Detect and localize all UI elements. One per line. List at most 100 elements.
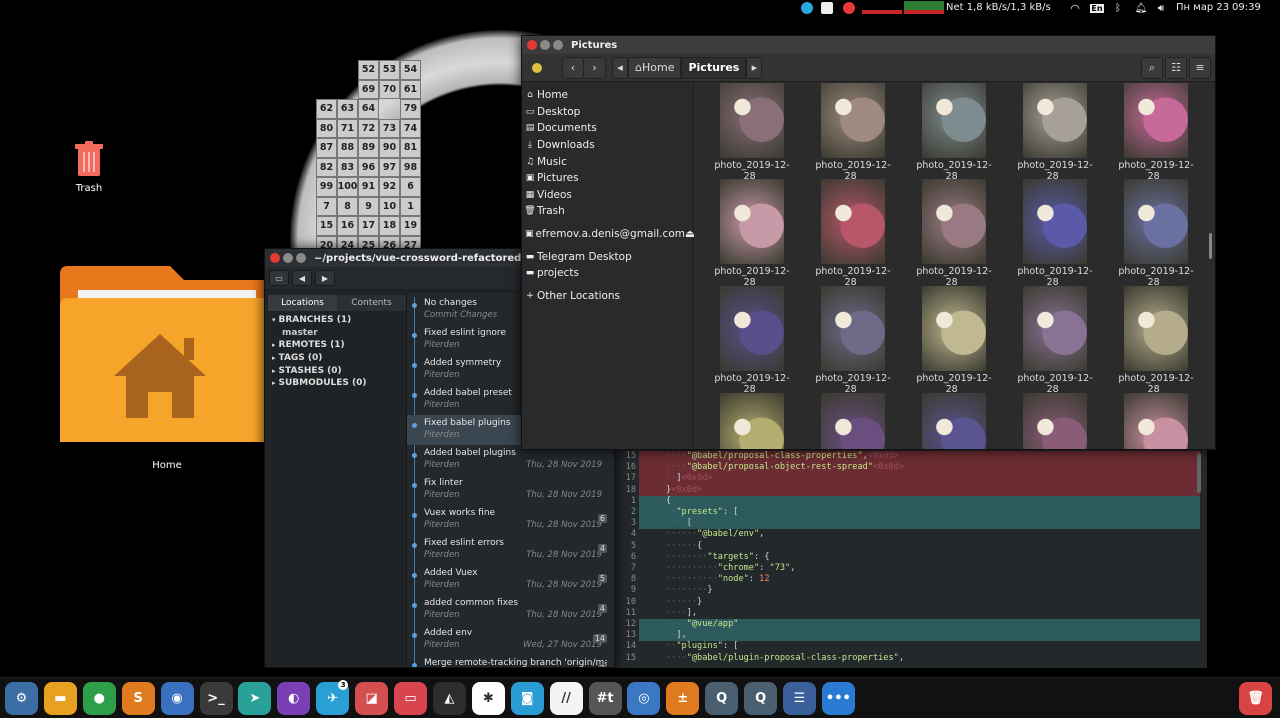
wifi-icon[interactable]: ◠ bbox=[1068, 1, 1082, 15]
stylus-tray-icon[interactable] bbox=[820, 1, 834, 15]
branch-item[interactable]: master bbox=[268, 327, 406, 340]
sidebar-item[interactable]: ▣ efremov.a.denis@gmail.com ⏏ bbox=[522, 226, 695, 243]
toggle-app-icon[interactable]: ◪ bbox=[355, 682, 389, 715]
red-app-icon[interactable]: ▭ bbox=[394, 682, 427, 715]
file-item[interactable]: photo_2019-12-28_06-14-46.jpg bbox=[1110, 179, 1202, 299]
notification-bell-icon[interactable]: 🔔︎ bbox=[1134, 1, 1148, 15]
file-item[interactable]: photo_2019-12-28_06-17-12.jpg bbox=[1009, 83, 1101, 193]
clock[interactable]: 09:39 bbox=[1232, 2, 1261, 13]
close-button[interactable] bbox=[527, 40, 537, 50]
sidebar-item[interactable]: ▦ Videos bbox=[522, 187, 693, 204]
sidebar-item[interactable]: ▬ Telegram Desktop bbox=[522, 248, 693, 265]
quassel-icon[interactable]: Q bbox=[705, 682, 739, 715]
sidebar-item[interactable]: ♫ Music bbox=[522, 153, 693, 170]
breadcrumb-left-arrow[interactable]: ◂ bbox=[612, 56, 628, 79]
breadcrumb-pictures[interactable]: Pictures bbox=[681, 56, 747, 79]
commit-row[interactable]: Fix linter Piterden Thu, 28 Nov 2019 bbox=[407, 475, 607, 505]
terminal-icon[interactable]: >_ bbox=[199, 682, 233, 715]
app-menu-icon[interactable] bbox=[526, 57, 548, 79]
file-item[interactable]: photo_2019-12-28_06-13-51.jpg bbox=[908, 286, 1000, 406]
tree-section[interactable]: ▸ TAGS (0) bbox=[268, 352, 406, 365]
commit-row[interactable]: Fixed eslint errors Piterden Thu, 28 Nov 2… bbox=[407, 535, 607, 565]
tab-contents[interactable]: Contents bbox=[337, 295, 406, 311]
vpn-tray-icon[interactable] bbox=[842, 1, 856, 15]
maximize-button[interactable] bbox=[296, 253, 306, 263]
chat-icon[interactable]: ••• bbox=[821, 682, 855, 715]
desktop-home-folder[interactable] bbox=[60, 266, 274, 442]
podcast-icon[interactable]: ◐ bbox=[277, 682, 311, 715]
file-item[interactable]: photo_2019-12-28_06-12-49.jpg bbox=[1009, 393, 1101, 449]
other-locations-item[interactable]: + Other Locations bbox=[522, 288, 693, 305]
sidebar-item[interactable]: ▤ Documents bbox=[522, 120, 693, 137]
firefox-icon[interactable]: ◉ bbox=[160, 682, 194, 715]
sidebar-item[interactable]: ▬ projects bbox=[522, 265, 693, 282]
commit-row[interactable]: Added env Piterden Wed, 27 Nov 2019 14 bbox=[407, 625, 607, 655]
file-item[interactable]: photo_2019-12-28_06-14-43.jpg bbox=[706, 286, 798, 406]
toggle-sidebar-button[interactable]: ▭ bbox=[269, 270, 289, 286]
back-button[interactable]: ◀ bbox=[292, 270, 312, 286]
file-item[interactable]: photo_2019-12-28_06-17-15.jpg bbox=[908, 83, 1000, 193]
forward-button[interactable]: ▶ bbox=[315, 270, 335, 286]
volume-icon[interactable]: 🔊︎ bbox=[1154, 1, 1168, 15]
back-button[interactable]: ‹ bbox=[562, 56, 584, 79]
file-item[interactable]: photo_2019-12-28_06-17-17.jpg bbox=[807, 83, 899, 193]
commit-row[interactable]: Vuex works fine Piterden Thu, 28 Nov 2019 6 bbox=[407, 505, 607, 535]
minimize-button[interactable] bbox=[283, 253, 293, 263]
calculator-icon[interactable]: ± bbox=[666, 682, 700, 715]
close-button[interactable] bbox=[270, 253, 280, 263]
sidebar-item[interactable]: 🗑︎ Trash bbox=[522, 203, 693, 220]
file-item[interactable]: photo_2019-12-28_06-13-46.jpg bbox=[1110, 286, 1202, 406]
keyboard-layout-icon[interactable]: En bbox=[1090, 1, 1104, 15]
file-item[interactable]: photo_2019-12-28_06-12-51.jpg bbox=[908, 393, 1000, 449]
telegram-icon[interactable]: ✈ 3 bbox=[316, 680, 350, 715]
task-manager-icon[interactable]: ☰ bbox=[783, 682, 816, 715]
commit-row[interactable]: added common fixes Piterden Thu, 28 Nov 20… bbox=[407, 595, 607, 625]
commit-row[interactable]: Merge remote-tracking branch 'origin/ma2 bbox=[407, 655, 607, 667]
slack-icon[interactable]: ✱ bbox=[471, 682, 505, 715]
tree-section[interactable]: ▾ BRANCHES (1) bbox=[268, 314, 406, 327]
tree-section[interactable]: ▸ STASHES (0) bbox=[268, 364, 406, 377]
tree-section[interactable]: ▸ SUBMODULES (0) bbox=[268, 377, 406, 390]
file-item[interactable]: photo_2019-12-28_06-17-20.jpg bbox=[706, 83, 798, 193]
tab-locations[interactable]: Locations bbox=[268, 295, 337, 311]
screenshot-icon[interactable]: ◎ bbox=[627, 682, 661, 715]
sublime-merge-icon[interactable]: ➤ bbox=[238, 682, 272, 715]
file-item[interactable]: photo_2019-12-28_06-14-41.jpg bbox=[807, 286, 899, 406]
file-item[interactable]: photo_2019-12-28_06-12-54.jpg bbox=[807, 393, 899, 449]
file-item[interactable]: photo_2019-12-28_06-16-14.jpg bbox=[908, 179, 1000, 299]
file-item[interactable]: photo_2019-12-28_06-16-19.jpg bbox=[706, 179, 798, 299]
sidebar-item[interactable]: ▣ Pictures bbox=[522, 170, 693, 187]
breadcrumb-right-arrow[interactable]: ▸ bbox=[746, 56, 763, 79]
file-manager-window[interactable]: Pictures ‹ › ◂ ⌂ Home Pictures ▸ ⌕ ☷ ≡ ⌂ H… bbox=[521, 35, 1216, 450]
files-icon[interactable]: ▬ bbox=[43, 682, 77, 715]
minimize-button[interactable] bbox=[540, 40, 550, 50]
file-item[interactable]: photo_2019-12-28_06-16-22.jpg bbox=[1110, 83, 1202, 193]
code-editor-window[interactable]: 15 ····"@babel/proposal-class-properties"… bbox=[615, 449, 1207, 668]
file-item[interactable]: photo_2019-12-28_06-13-49.jpg bbox=[1009, 286, 1101, 406]
file-item[interactable]: photo_2019-12-28_06-14-49.jpg bbox=[1009, 179, 1101, 299]
hashtag-app-icon[interactable]: #t bbox=[588, 682, 622, 715]
monitor-app-icon[interactable]: ◙ bbox=[510, 682, 544, 715]
inkscape-icon[interactable]: ◭ bbox=[432, 682, 466, 715]
maximize-button[interactable] bbox=[553, 40, 563, 50]
sidebar-item[interactable]: ▭ Desktop bbox=[522, 104, 693, 121]
quassel-2-icon[interactable]: Q bbox=[744, 682, 778, 715]
trash-dock-icon[interactable]: 🗑 bbox=[1239, 682, 1272, 715]
bluetooth-icon[interactable]: ᛒ bbox=[1111, 1, 1125, 15]
editor-scrollbar[interactable] bbox=[1197, 453, 1201, 493]
telegram-tray-icon[interactable] bbox=[800, 1, 814, 15]
system-settings-icon[interactable]: ⚙ bbox=[5, 682, 38, 715]
forward-button[interactable]: › bbox=[584, 56, 606, 79]
sidebar-item[interactable]: ⌂ Home bbox=[522, 87, 693, 104]
stylus-icon[interactable]: // bbox=[549, 682, 583, 715]
commit-row[interactable]: Added Vuex Piterden Thu, 28 Nov 2019 5 bbox=[407, 565, 607, 595]
date-label[interactable]: Пн мар 23 bbox=[1176, 2, 1229, 13]
file-item[interactable]: photo_2019-12-28_06-16-17.jpg bbox=[807, 179, 899, 299]
file-grid-scrollbar[interactable] bbox=[1209, 233, 1212, 259]
tree-section[interactable]: ▸ REMOTES (1) bbox=[268, 339, 406, 352]
file-manager-titlebar[interactable]: Pictures bbox=[522, 36, 1215, 54]
list-view-icon[interactable]: ☷ bbox=[1165, 56, 1187, 79]
breadcrumb-home[interactable]: ⌂ Home bbox=[628, 56, 682, 79]
menu-icon[interactable]: ≡ bbox=[1189, 56, 1211, 79]
sidebar-item[interactable]: ⤓ Downloads bbox=[522, 137, 693, 154]
